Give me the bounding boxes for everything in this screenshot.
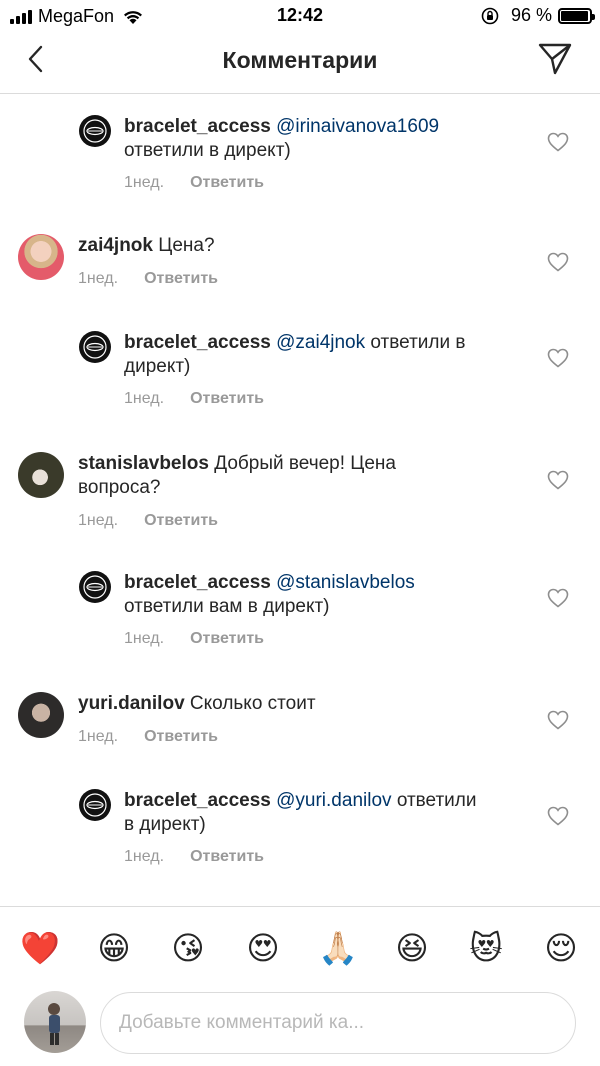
brand-avatar[interactable] — [79, 789, 111, 821]
comment-text-cont: в директ) — [124, 814, 206, 835]
comment-mention[interactable]: @irinaivanova1609 — [276, 116, 439, 137]
brand-avatar[interactable] — [79, 571, 111, 603]
heart-outline-icon[interactable] — [547, 348, 569, 368]
comment-reply: bracelet_access @zai4jnok ответили в дир… — [0, 326, 600, 416]
heart-outline-icon[interactable] — [547, 588, 569, 608]
comment-time: 1нед. — [124, 630, 165, 647]
comment-meta: 1нед. Ответить — [124, 848, 264, 866]
heart-outline-icon[interactable] — [547, 806, 569, 826]
bracelet-logo-icon — [83, 119, 107, 143]
comment-time: 1нед. — [124, 848, 165, 865]
reply-button[interactable]: Ответить — [190, 390, 264, 408]
reply-button[interactable]: Ответить — [144, 512, 218, 530]
status-right: 96 % — [481, 5, 595, 26]
status-bar: MegaFon 12:42 96 % — [0, 0, 600, 32]
comment-body: bracelet_access @stanislavbelos ответили… — [124, 571, 524, 619]
comment-username[interactable]: bracelet_access — [124, 332, 271, 353]
comment-composer — [0, 986, 600, 1066]
brand-avatar[interactable] — [79, 115, 111, 147]
heart-outline-icon[interactable] — [547, 470, 569, 490]
reply-button[interactable]: Ответить — [144, 270, 218, 288]
child-figure-icon — [48, 1003, 60, 1045]
comment-input[interactable] — [100, 992, 576, 1054]
comment-time: 1нед. — [124, 174, 165, 191]
comment-username[interactable]: bracelet_access — [124, 116, 271, 137]
emoji-kiss[interactable]: 😘 — [169, 929, 207, 967]
comment-username[interactable]: zai4jnok — [78, 235, 153, 256]
user-avatar[interactable] — [18, 452, 64, 498]
battery-fill — [561, 10, 588, 21]
comment-body: zai4jnok Цена? — [78, 234, 518, 258]
comment-body: stanislavbelos Добрый вечер! Цена вопрос… — [78, 452, 518, 500]
comment-body: bracelet_access @zai4jnok ответили в дир… — [124, 331, 524, 379]
nav-bar: Комментарии — [0, 32, 600, 94]
comment-time: 1нед. — [78, 270, 119, 287]
comment-text: ответили вам в директ) — [124, 596, 330, 617]
emoji-quick-bar: ❤️ 😁 😘 😍 🙏🏻 😆 😻 😌 — [0, 906, 600, 986]
comment-meta: 1нед. Ответить — [78, 728, 218, 746]
user-avatar[interactable] — [18, 692, 64, 738]
heart-outline-icon[interactable] — [547, 710, 569, 730]
emoji-heart[interactable]: ❤️ — [20, 929, 60, 967]
bracelet-logo-icon — [83, 335, 107, 359]
comment-text: Добрый вечер! Цена — [214, 453, 396, 474]
battery-percent: 96 % — [510, 5, 552, 25]
comment: stanislavbelos Добрый вечер! Цена вопрос… — [0, 446, 600, 536]
reply-button[interactable]: Ответить — [190, 630, 264, 648]
heart-outline-icon[interactable] — [547, 252, 569, 272]
comment-username[interactable]: bracelet_access — [124, 572, 271, 593]
comment-meta: 1нед. Ответить — [124, 390, 264, 408]
comment-username[interactable]: stanislavbelos — [78, 453, 209, 474]
comment-reply: bracelet_access @yuri.danilov ответили в… — [0, 784, 600, 874]
comment-mention[interactable]: @stanislavbelos — [276, 572, 415, 593]
comment-mention[interactable]: @zai4jnok — [276, 332, 365, 353]
comment-body: yuri.danilov Сколько стоит — [78, 692, 518, 716]
comment-reply: bracelet_access @stanislavbelos ответили… — [0, 566, 600, 656]
comment-meta: 1нед. Ответить — [124, 174, 264, 192]
comment-text: Сколько стоит — [189, 693, 316, 714]
comment-body: bracelet_access @irinaivanova1609 ответи… — [124, 115, 524, 163]
comments-screen: MegaFon 12:42 96 % Комментарии bracelet_… — [0, 0, 600, 1066]
comment-text: Цена? — [158, 235, 215, 256]
page-title: Комментарии — [222, 47, 378, 73]
comment-meta: 1нед. Ответить — [124, 630, 264, 648]
comment-reply: bracelet_access @irinaivanova1609 ответи… — [0, 110, 600, 200]
reply-button[interactable]: Ответить — [144, 728, 218, 746]
emoji-relieved[interactable]: 😌 — [542, 929, 580, 967]
bracelet-logo-icon — [83, 575, 107, 599]
comment-time: 1нед. — [124, 390, 165, 407]
heart-outline-icon[interactable] — [547, 132, 569, 152]
comment-text-cont: вопроса? — [78, 477, 161, 498]
comment-time: 1нед. — [78, 728, 119, 745]
comment: zai4jnok Цена? 1нед. Ответить — [0, 228, 600, 298]
comment-username[interactable]: yuri.danilov — [78, 693, 185, 714]
brand-avatar[interactable] — [79, 331, 111, 363]
comment-meta: 1нед. Ответить — [78, 270, 218, 288]
comment-mention[interactable]: @yuri.danilov — [276, 790, 391, 811]
comment-meta: 1нед. Ответить — [78, 512, 218, 530]
comment-body: bracelet_access @yuri.danilov ответили в… — [124, 789, 524, 837]
emoji-laugh[interactable]: 😆 — [393, 929, 431, 967]
user-avatar[interactable] — [18, 234, 64, 280]
emoji-heart-eyes[interactable]: 😍 — [244, 929, 282, 967]
emoji-grin[interactable]: 😁 — [95, 929, 133, 967]
rotation-lock-icon — [481, 7, 499, 24]
comment-username[interactable]: bracelet_access — [124, 790, 271, 811]
emoji-pray[interactable]: 🙏🏻 — [318, 929, 358, 967]
comment-time: 1нед. — [78, 512, 119, 529]
reply-button[interactable]: Ответить — [190, 174, 264, 192]
comment-text-cont: директ) — [124, 356, 191, 377]
current-user-avatar — [24, 991, 86, 1053]
reply-button[interactable]: Ответить — [190, 848, 264, 866]
paper-plane-icon — [538, 43, 572, 75]
comment-text: ответили в директ) — [124, 140, 291, 161]
battery-icon — [558, 7, 595, 24]
bracelet-logo-icon — [83, 793, 107, 817]
direct-share-button[interactable] — [536, 40, 574, 78]
emoji-cat-heart-eyes[interactable]: 😻 — [467, 929, 505, 967]
comment-text: ответили в — [370, 332, 466, 353]
comment: yuri.danilov Сколько стоит 1нед. Ответит… — [0, 686, 600, 756]
comment-text: ответили — [396, 790, 477, 811]
